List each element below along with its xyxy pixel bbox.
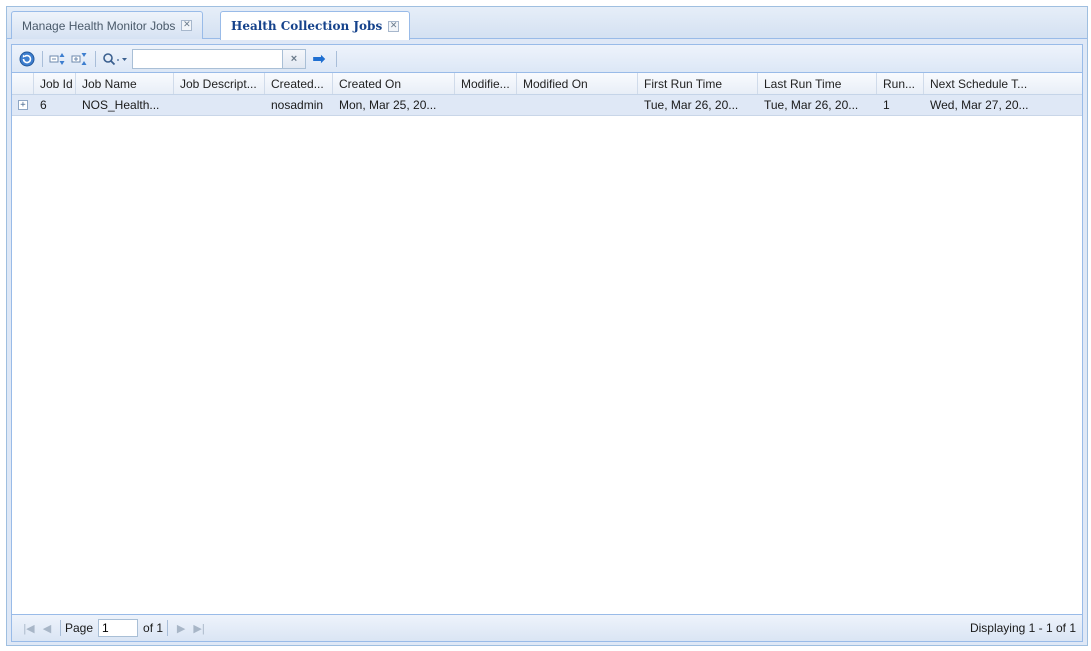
grid-header: Job Id Job Name Job Descript... Created.…: [12, 73, 1082, 95]
toolbar-separator: [42, 50, 43, 67]
tab-health-collection-jobs[interactable]: Health Collection Jobs ✕: [220, 11, 411, 40]
toolbar-separator: [167, 620, 169, 636]
toolbar-separator: [95, 50, 96, 67]
toolbar-separator: [336, 50, 337, 67]
column-header-modified-by[interactable]: Modifie...: [455, 73, 517, 94]
cell-modified-by: [455, 95, 517, 115]
tab-strip: Manage Health Monitor Jobs ✕ Health Coll…: [7, 7, 1087, 40]
column-header-run-count[interactable]: Run...: [877, 73, 924, 94]
toolbar-separator: [60, 620, 61, 636]
cell-job-name: NOS_Health...: [82, 98, 160, 112]
search-box: ×: [132, 48, 306, 69]
prev-page-icon[interactable]: ◀: [38, 622, 56, 635]
column-header-job-description[interactable]: Job Descript...: [174, 73, 265, 94]
first-page-icon[interactable]: |◀: [20, 622, 38, 635]
next-page-icon[interactable]: ▶: [172, 622, 190, 635]
go-arrow-icon[interactable]: ➡: [306, 49, 332, 69]
refresh-icon[interactable]: [16, 49, 38, 69]
page-label: Page: [65, 621, 94, 635]
clear-search-button[interactable]: ×: [282, 48, 306, 69]
collapse-all-icon[interactable]: [69, 49, 91, 69]
cell-created-by: nosadmin: [271, 98, 324, 112]
column-header-created-by[interactable]: Created...: [265, 73, 333, 94]
page-number-input[interactable]: [98, 619, 139, 637]
display-info: Displaying 1 - 1 of 1: [969, 621, 1076, 635]
tab-label: Health Collection Jobs: [231, 19, 383, 33]
cell-created-on: Mon, Mar 25, 20...: [339, 98, 437, 112]
search-menu-icon[interactable]: [100, 49, 132, 69]
cell-job-id: 6: [40, 98, 47, 112]
page-count-label: of 1: [143, 621, 164, 635]
cell-job-description: [174, 95, 265, 115]
tab-label: Manage Health Monitor Jobs: [22, 18, 176, 33]
app-window: Manage Health Monitor Jobs ✕ Health Coll…: [6, 6, 1088, 646]
row-expander[interactable]: +: [12, 95, 34, 115]
search-input[interactable]: [132, 48, 282, 69]
header-expander-column: [12, 73, 34, 94]
cell-run-count: 1: [883, 98, 890, 112]
column-header-next-schedule-time[interactable]: Next Schedule T...: [924, 73, 1044, 94]
cell-modified-on: [517, 95, 638, 115]
column-header-job-id[interactable]: Job Id: [34, 73, 76, 94]
expand-all-icon[interactable]: [47, 49, 69, 69]
last-page-icon[interactable]: ▶|: [190, 622, 208, 635]
grid-panel: × ➡ Job Id Job Name Job Descript... Crea…: [11, 44, 1083, 642]
cell-first-run-time: Tue, Mar 26, 20...: [644, 98, 739, 112]
column-header-created-on[interactable]: Created On: [333, 73, 455, 94]
cell-next-schedule-time: Wed, Mar 27, 20...: [930, 98, 1029, 112]
cell-last-run-time: Tue, Mar 26, 20...: [764, 98, 859, 112]
tab-close-icon[interactable]: ✕: [181, 20, 193, 31]
table-row[interactable]: + 6 NOS_Health... nosadmin Mon, Mar 25, …: [12, 95, 1082, 116]
tab-close-icon[interactable]: ✕: [388, 20, 400, 32]
tab-manage-health-monitor-jobs[interactable]: Manage Health Monitor Jobs ✕: [11, 11, 204, 39]
column-header-first-run-time[interactable]: First Run Time: [638, 73, 758, 94]
paging-toolbar: |◀ ◀ Page of 1 ▶ ▶| Displaying 1 - 1 of …: [12, 614, 1082, 641]
grid-toolbar: × ➡: [12, 45, 1082, 73]
column-header-last-run-time[interactable]: Last Run Time: [758, 73, 877, 94]
expand-row-icon[interactable]: +: [18, 100, 28, 110]
column-header-modified-on[interactable]: Modified On: [517, 73, 638, 94]
column-header-job-name[interactable]: Job Name: [76, 73, 174, 94]
